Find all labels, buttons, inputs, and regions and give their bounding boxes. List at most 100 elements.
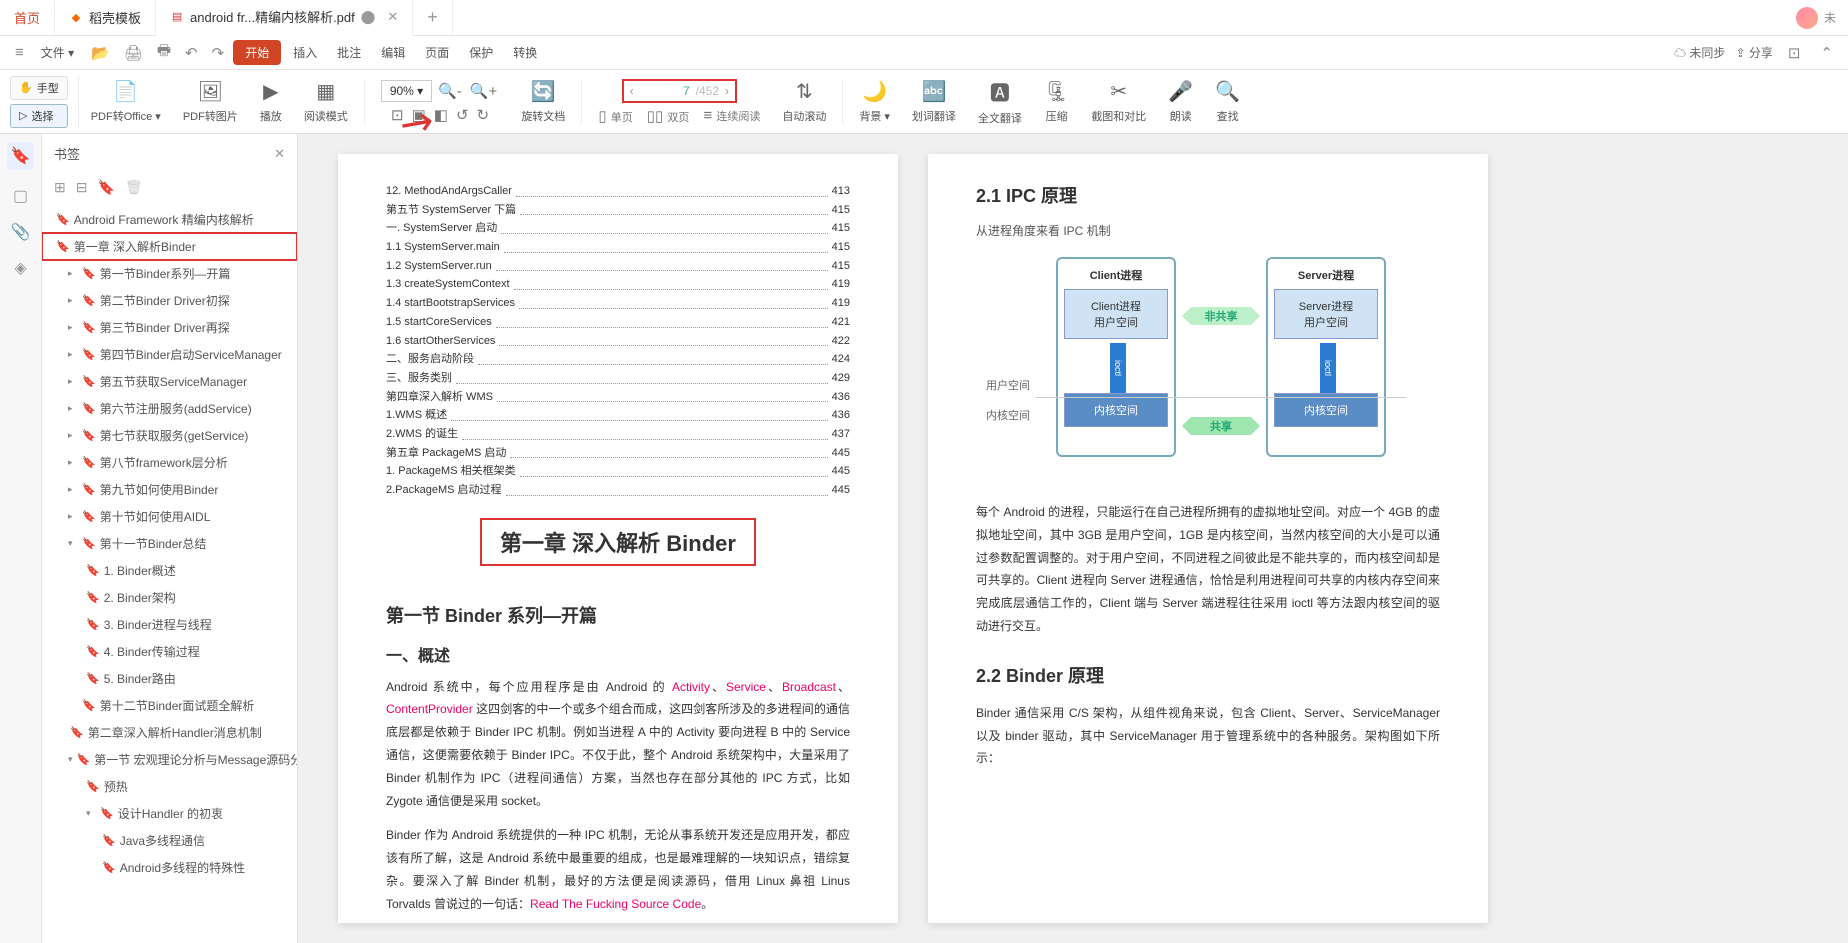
bookmark-icon[interactable]: 🔖 [7, 142, 35, 170]
page-right: 2.1 IPC 原理 从进程角度来看 IPC 机制 Client进程 Clien… [928, 154, 1488, 923]
share-button[interactable]: ⇪ 分享 [1735, 44, 1772, 61]
bm-section12[interactable]: 🔖第十二节Binder面试题全解析 [42, 692, 297, 719]
bm-item[interactable]: ▸🔖第二节Binder Driver初探 [42, 287, 297, 314]
bm-c2s1-1[interactable]: 🔖预热 [42, 773, 297, 800]
page-input[interactable] [640, 84, 690, 98]
tab-new[interactable]: + [413, 0, 453, 36]
toc-line: 第四章深入解析 WMS436 [386, 388, 850, 407]
autoscroll[interactable]: ⇅自动滚动 [772, 70, 836, 133]
single-page[interactable]: ▯ 单页 [598, 107, 632, 125]
bookmark-panel: 书签 ✕ ⊞ ⊟ 🔖 🗑 🔖Android Framework 精编内核解析 🔖… [42, 134, 298, 943]
thumbnail-icon[interactable]: ▢ [13, 186, 28, 206]
bm-section11[interactable]: ▾🔖第十一节Binder总结 [42, 530, 297, 557]
redo-icon[interactable]: ↷ [207, 42, 230, 64]
continuous[interactable]: ≡ 连续阅读 [703, 107, 760, 125]
menu-icon[interactable]: ≡ [10, 42, 29, 63]
select-tool[interactable]: ▷ 选择 [10, 104, 68, 128]
menu-insert[interactable]: 插入 [285, 40, 325, 65]
pdf-to-image[interactable]: 🖼PDF转图片 [173, 70, 248, 133]
bm-item[interactable]: ▸🔖第一节Binder系列—开篇 [42, 260, 297, 287]
delete-bookmark-icon[interactable]: 🗑 [125, 179, 143, 196]
collapse-icon[interactable]: ⌃ [1815, 42, 1838, 64]
menu-protect[interactable]: 保护 [461, 40, 501, 65]
rotate-right-icon[interactable]: ↻ [477, 106, 490, 124]
menu-edit[interactable]: 编辑 [373, 40, 413, 65]
full-translate[interactable]: 🅰全文翻译 [968, 70, 1032, 133]
next-page-icon[interactable]: › [725, 84, 729, 98]
paragraph: Android 系统中，每个应用程序是由 Android 的 Activity、… [386, 676, 850, 813]
bm-item[interactable]: 🔖1. Binder概述 [42, 557, 297, 584]
background[interactable]: 🌙背景 ▾ [849, 70, 900, 133]
bm-item[interactable]: ▸🔖第八节framework层分析 [42, 449, 297, 476]
tab-close-icon[interactable]: ✕ [387, 9, 398, 25]
bm-item[interactable]: 🔖4. Binder传输过程 [42, 638, 297, 665]
sel-translate[interactable]: 🔤划词翻译 [902, 70, 966, 133]
bm-c2s1-2b[interactable]: 🔖Android多线程的特殊性 [42, 854, 297, 881]
layers-icon[interactable]: ◈ [14, 258, 26, 278]
find[interactable]: 🔍查找 [1205, 70, 1250, 133]
print-icon[interactable]: 🖶 [152, 38, 176, 67]
zoom-out-icon[interactable]: 🔍- [436, 80, 464, 102]
undo-icon[interactable]: ↶ [180, 42, 203, 64]
bm-item[interactable]: ▸🔖第七节获取服务(getService) [42, 422, 297, 449]
menu-file[interactable]: 文件 ▾ [33, 40, 82, 65]
add-bookmark-icon[interactable]: 🔖 [97, 179, 114, 196]
document-viewport[interactable]: 12. MethodAndArgsCaller413第五节 SystemServ… [298, 134, 1848, 943]
zoom-select[interactable]: 90% ▾ [381, 80, 432, 102]
bm-chapter2[interactable]: 🔖第二章深入解析Handler消息机制 [42, 719, 297, 746]
compress[interactable]: 🗜压缩 [1034, 70, 1079, 133]
bm-item[interactable]: ▸🔖第六节注册服务(addService) [42, 395, 297, 422]
crop-compare[interactable]: ✂截图和对比 [1081, 70, 1156, 133]
user-space-label: 用户空间 [986, 377, 1030, 393]
fit-page-icon[interactable]: ▣ [412, 106, 426, 124]
bm-c2s1-2a[interactable]: 🔖Java多线程通信 [42, 827, 297, 854]
bm-chapter1[interactable]: 🔖第一章 深入解析Binder [42, 233, 297, 260]
bm-root[interactable]: 🔖Android Framework 精编内核解析 [42, 206, 297, 233]
avatar[interactable] [1796, 7, 1818, 29]
expand-icon[interactable]: ⊞ [54, 179, 66, 196]
tab-document-label: android fr...精编内核解析.pdf [190, 7, 355, 26]
collapse-all-icon[interactable]: ⊟ [76, 179, 88, 196]
open-icon[interactable]: 📂 [86, 42, 115, 64]
read-mode[interactable]: ▦阅读模式 [294, 70, 358, 133]
fit-width-icon[interactable]: ⊡ [391, 106, 404, 124]
sync-status[interactable]: ☁ 未同步 [1674, 44, 1725, 61]
rotate-doc[interactable]: 🔄旋转文档 [511, 70, 575, 133]
bm-item[interactable]: ▸🔖第五节获取ServiceManager [42, 368, 297, 395]
zoom-in-icon[interactable]: 🔍+ [468, 80, 499, 102]
bm-item[interactable]: 🔖3. Binder进程与线程 [42, 611, 297, 638]
panel-close-icon[interactable]: ✕ [274, 146, 285, 162]
bm-item[interactable]: 🔖2. Binder架构 [42, 584, 297, 611]
bm-c2s1-2[interactable]: ▾🔖设计Handler 的初衷 [42, 800, 297, 827]
menu-convert[interactable]: 转换 [505, 40, 545, 65]
pdf-to-office[interactable]: 📄PDF转Office ▾ [81, 70, 171, 133]
tab-templates[interactable]: ◆ 稻壳模板 [55, 0, 156, 36]
read-aloud[interactable]: 🎤朗读 [1158, 70, 1203, 133]
page-total: /452 [696, 84, 719, 98]
save-icon[interactable]: 🖨 [119, 42, 148, 64]
bm-item[interactable]: ▸🔖第三节Binder Driver再探 [42, 314, 297, 341]
tab-document[interactable]: ▤ android fr...精编内核解析.pdf ⬤ ✕ [156, 0, 413, 36]
play-button[interactable]: ▶播放 [250, 70, 292, 133]
actual-size-icon[interactable]: ◧ [434, 106, 448, 124]
bm-c2s1[interactable]: ▾🔖第一节 宏观理论分析与Message源码分析 [42, 746, 297, 773]
bm-item[interactable]: ▸🔖第十节如何使用AIDL [42, 503, 297, 530]
rotate-icon: 🔄 [531, 79, 556, 104]
prev-page-icon[interactable]: ‹ [630, 84, 634, 98]
bm-item[interactable]: ▸🔖第四节Binder启动ServiceManager [42, 341, 297, 368]
double-page[interactable]: ▯▯ 双页 [647, 107, 690, 125]
zoom-group: 90% ▾ 🔍- 🔍+ ⊡ ▣ ◧ ↺ ↻ [371, 70, 510, 133]
hand-tool[interactable]: ✋ 手型 [10, 76, 68, 100]
bm-item[interactable]: ▸🔖第九节如何使用Binder [42, 476, 297, 503]
pdf-icon: ▤ [170, 10, 184, 24]
menu-review[interactable]: 批注 [329, 40, 369, 65]
rotate-left-icon[interactable]: ↺ [456, 106, 469, 124]
menu-page[interactable]: 页面 [417, 40, 457, 65]
ipc-diagram: Client进程 Client进程 用户空间 ioctl 内核空间 Server… [976, 257, 1440, 477]
attachment-icon[interactable]: 📎 [11, 222, 31, 242]
menu-start[interactable]: 开始 [233, 40, 281, 65]
bm-item[interactable]: 🔖5. Binder路由 [42, 665, 297, 692]
server-kernel-box: 内核空间 [1274, 393, 1378, 427]
tab-home[interactable]: 首页 [0, 0, 55, 36]
more-icon[interactable]: ⊡ [1783, 42, 1806, 64]
